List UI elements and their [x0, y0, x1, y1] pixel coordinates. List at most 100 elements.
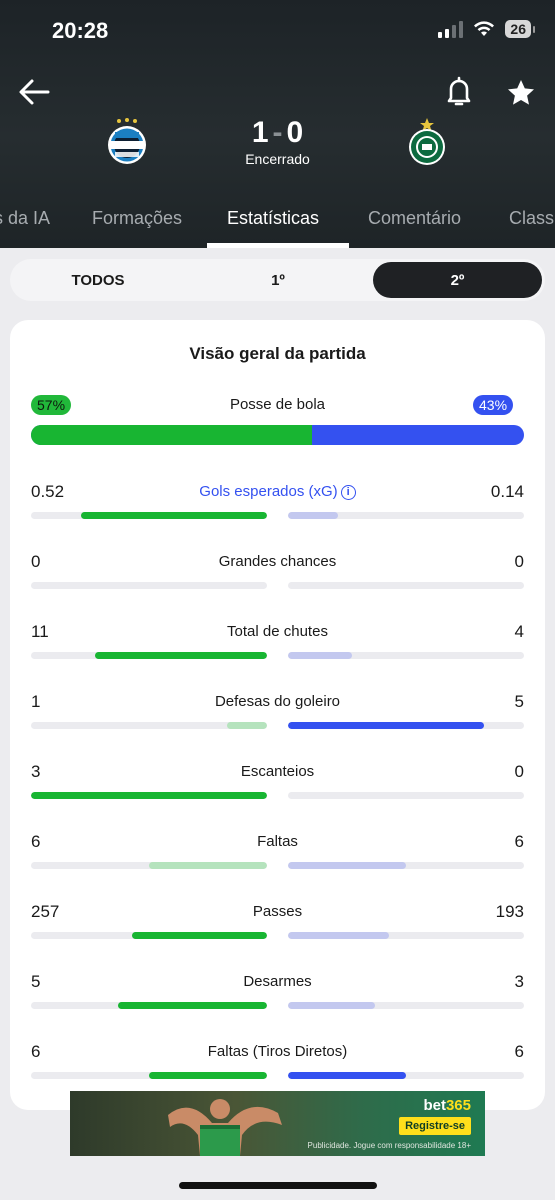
stat-label-text: Grandes chances [218, 553, 337, 570]
stat-home-track [31, 1002, 267, 1009]
stat-away-track [288, 932, 524, 939]
period-filter: TODOS 1º 2º [10, 259, 545, 301]
ad-banner[interactable]: bet365 Registre-se Publicidade. Jogue co… [70, 1091, 485, 1156]
stat-row: 0.52 Gols esperados (xG) i 0.14 [10, 482, 545, 542]
ad-brand-suffix: 365 [445, 1097, 471, 1114]
filter-todos[interactable]: TODOS [13, 262, 183, 298]
stat-home-track [31, 582, 267, 589]
stat-away-value: 3 [514, 972, 524, 991]
stat-away-bar [288, 862, 406, 869]
stat-home-track [31, 1072, 267, 1079]
stat-label: Faltas [10, 833, 545, 850]
status-time: 20:28 [52, 18, 109, 43]
stat-away-value: 6 [514, 832, 524, 851]
favorite-star-icon[interactable] [506, 78, 536, 108]
stat-row: 3 Escanteios 0 [10, 762, 545, 822]
ad-athlete-image [168, 1099, 282, 1156]
stat-away-value: 0 [514, 552, 524, 571]
stat-home-bar [132, 932, 267, 939]
stat-label-text: Gols esperados (xG) [199, 483, 338, 500]
stat-label: Passes [10, 903, 545, 920]
stat-label: Escanteios [10, 763, 545, 780]
battery-icon: 26 [505, 20, 535, 38]
stat-home-bar [226, 722, 267, 729]
stat-away-track [288, 652, 524, 659]
info-icon[interactable]: i [340, 485, 356, 500]
stat-label-text: Faltas [257, 833, 298, 850]
tab-ia[interactable]: s da IA [0, 208, 50, 229]
stat-away-value: 4 [514, 622, 524, 641]
stat-label: Grandes chances [10, 553, 545, 570]
stat-home-bar [80, 512, 267, 519]
stat-home-track [31, 792, 267, 799]
ad-disclaimer: Publicidade. Jogue com responsabilidade … [307, 1141, 471, 1150]
stat-away-bar [288, 1002, 376, 1009]
stat-away-bar [288, 932, 390, 939]
home-team-crest-icon [108, 118, 146, 164]
tab-bar: s da IA Formações Estatísticas Comentári… [0, 200, 555, 248]
match-status: Encerrado [245, 151, 310, 167]
stat-row: 6 Faltas 6 [10, 832, 545, 892]
tab-classificacao[interactable]: Class [509, 208, 554, 229]
home-possession-fill [31, 425, 312, 445]
active-tab-indicator [207, 243, 349, 248]
stat-away-track [288, 792, 524, 799]
score-separator: - [272, 116, 283, 149]
stat-away-bar [288, 512, 338, 519]
stat-label-text: Passes [252, 903, 303, 920]
stat-label-text: Total de chutes [227, 623, 328, 640]
scoreline: 1-0 [200, 116, 355, 150]
back-arrow-icon[interactable] [18, 78, 50, 106]
stat-label-text: Escanteios [240, 763, 315, 780]
stat-row: 5 Desarmes 3 [10, 972, 545, 1032]
tab-estatisticas[interactable]: Estatísticas [227, 208, 319, 229]
filter-second-half[interactable]: 2º [373, 262, 542, 298]
match-header: 20:28 26 1-0 Encerrado da IA Formações E… [0, 0, 555, 248]
stat-row: 0 Grandes chances 0 [10, 552, 545, 612]
overview-title: Visão geral da partida [189, 344, 366, 363]
possession-bar [31, 425, 524, 445]
stat-away-bar [288, 1072, 406, 1079]
stat-label: Total de chutes [10, 623, 545, 640]
stat-row: 11 Total de chutes 4 [10, 622, 545, 682]
stat-label: Defesas do goleiro [10, 693, 545, 710]
wifi-icon [474, 21, 495, 36]
signal-icon [438, 20, 464, 38]
stat-label[interactable]: Gols esperados (xG) i [10, 483, 545, 500]
ad-register-button[interactable]: Registre-se [399, 1117, 471, 1135]
stat-label-text: Desarmes [243, 973, 312, 990]
stat-label: Desarmes [10, 973, 545, 990]
stat-home-bar [118, 1002, 267, 1009]
ad-brand: bet365 [423, 1097, 471, 1114]
stat-home-bar [149, 862, 267, 869]
home-score: 1 [251, 116, 269, 149]
stat-home-track [31, 652, 267, 659]
stat-label: Faltas (Tiros Diretos) [10, 1043, 545, 1060]
home-indicator[interactable] [179, 1182, 377, 1189]
stat-away-track [288, 1072, 524, 1079]
stat-away-value: 0.14 [490, 482, 524, 501]
stat-home-track [31, 862, 267, 869]
stat-home-bar [94, 652, 267, 659]
away-score: 0 [286, 116, 304, 149]
possession-label: Posse de bola [229, 396, 326, 413]
ad-brand-prefix: bet [423, 1097, 446, 1114]
tab-formacoes[interactable]: Formações [92, 208, 182, 229]
stat-row: 1 Defesas do goleiro 5 [10, 692, 545, 752]
match-overview-card: Visão geral da partida 57% Posse de bola… [10, 320, 545, 1110]
status-icons: 26 [438, 20, 535, 38]
stat-home-track [31, 722, 267, 729]
stat-home-bar [149, 1072, 267, 1079]
stat-away-track [288, 512, 524, 519]
stat-away-value: 5 [514, 692, 524, 711]
tab-comentario[interactable]: Comentário [368, 208, 461, 229]
stat-away-value: 0 [514, 762, 524, 781]
stat-away-track [288, 722, 524, 729]
filter-first-half[interactable]: 1º [193, 262, 363, 298]
stat-away-bar [288, 652, 352, 659]
stat-away-track [288, 1002, 524, 1009]
stat-row: 257 Passes 193 [10, 902, 545, 962]
bell-icon[interactable] [446, 76, 472, 108]
stat-away-track [288, 862, 524, 869]
stat-home-track [31, 932, 267, 939]
